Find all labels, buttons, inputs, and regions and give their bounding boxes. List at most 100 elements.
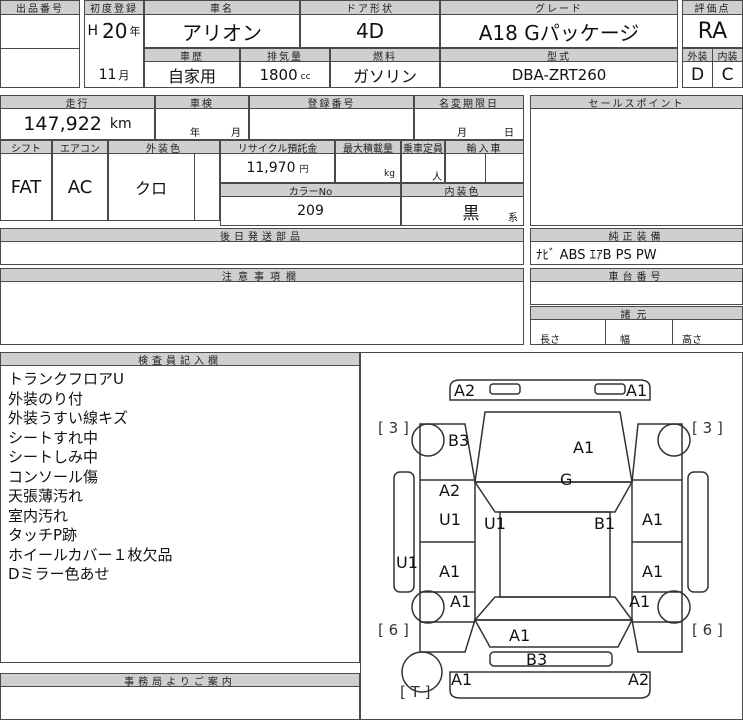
dmg-fender-fl: B3: [448, 431, 470, 450]
history: 自家用: [167, 66, 216, 86]
model-type-header: 型式: [440, 48, 678, 63]
specs-field: [530, 319, 743, 345]
windshield-outline: [473, 481, 634, 513]
chassis-no-header: 車台番号: [530, 268, 743, 283]
width-label: 幅: [620, 335, 630, 346]
capacity-header: 乗車定員: [401, 140, 445, 155]
note-item: 室内汚れ: [8, 506, 69, 525]
inspector-notes-header: 検査員記入欄: [0, 352, 360, 367]
reg-no-field: [249, 108, 414, 140]
headlight-left: [489, 383, 521, 395]
rear-panel-outline: [449, 671, 651, 699]
dmg-door-fl: A2: [439, 481, 461, 500]
displacement: 1800: [259, 65, 298, 84]
era: H: [87, 23, 99, 39]
car-diagram: [393, 379, 709, 699]
displacement-cell: 1800 cc: [240, 61, 330, 88]
note-item: 外装うすい線キズ: [8, 409, 129, 427]
dmg-tire-fr-code: 3: [702, 419, 713, 437]
deadline-month-unit: 月: [457, 128, 467, 139]
note-item: シートすれ中: [8, 428, 99, 447]
reg-no-header: 登録番号: [249, 95, 414, 110]
exterior-grade: D: [690, 64, 705, 85]
ext-color: クロ: [134, 179, 167, 198]
year-unit: 年: [129, 25, 141, 38]
dmg-tire-fl-code: 3: [388, 419, 399, 437]
max-load-header: 最大積載量: [335, 140, 401, 155]
inspector-notes-list: トランクフロアU 外装のり付 外装うすい線キズ シートすれ中 シートしみ中 コンソール傷天…: [8, 370, 173, 585]
rear-window-outline: [473, 596, 634, 621]
interior-header: 内装: [712, 48, 743, 63]
hood-outline: [474, 411, 633, 483]
trunk-outline: [473, 619, 634, 648]
km-unit: km: [109, 116, 132, 132]
exterior-header: 外装: [682, 48, 713, 63]
first-reg-month: 11 月: [84, 62, 144, 88]
rocker-right: [687, 471, 709, 593]
car-name: アリオン: [182, 20, 262, 45]
dmg-rocker-left: U1: [396, 553, 418, 572]
reg-year: 20: [102, 19, 128, 43]
yen-unit: 円: [299, 164, 309, 175]
ext-color-header: 外装色: [108, 140, 220, 155]
right-side-outline: [631, 423, 683, 653]
score: RA: [697, 18, 728, 44]
recycle-cell: 11,970 円: [220, 153, 335, 183]
series-unit: 系: [508, 213, 518, 224]
shift-header: シフト: [0, 140, 52, 155]
history-header: 車歴: [144, 48, 240, 63]
front-bumper-outline: [449, 379, 651, 401]
color-no-header: カラーNo: [220, 183, 401, 198]
lot-no-header: 出品番号: [0, 0, 80, 15]
note-item: Dミラー色あせ: [8, 565, 110, 583]
genuine-equip-header: 純正装備: [530, 228, 743, 243]
office-notice-header: 事務局よりご案内: [0, 673, 360, 688]
dmg-door-rr: A1: [642, 562, 664, 581]
model-type: DBA-ZRT260: [511, 65, 607, 84]
dmg-tire-fr: [ 3 ]: [692, 419, 723, 437]
person-unit: 人: [432, 172, 442, 183]
dmg-tire-rl: [ 6 ]: [378, 621, 409, 639]
sales-point-header: セールスポイント: [530, 95, 743, 110]
height-label: 高さ: [682, 335, 702, 346]
first-reg-header: 初度登録: [84, 0, 144, 15]
note-item: 天張薄汚れ: [8, 487, 84, 505]
dmg-trunk: A1: [509, 626, 531, 645]
score-header: 評価点: [682, 0, 743, 15]
dmg-front-right: A1: [626, 381, 648, 400]
caution-field: [0, 281, 524, 345]
aircon-header: エアコン: [52, 140, 108, 155]
import-header: 輸入車: [445, 140, 524, 155]
dmg-front-left: A2: [454, 381, 476, 400]
note-item: ホイールカバー１枚欠品: [8, 545, 173, 564]
int-color: 黒: [462, 203, 480, 224]
note-item: トランクフロアU: [8, 370, 124, 388]
sales-point-field: [530, 108, 743, 226]
grade: A18 Gパッケージ: [478, 20, 640, 45]
first-reg-year: H 20 年: [84, 14, 144, 48]
mileage: 147,922: [23, 113, 102, 135]
ext-color-divider: [194, 153, 195, 221]
lot-no-divider: [0, 48, 80, 49]
mileage-header: 走行: [0, 95, 155, 110]
color-no: 209: [297, 203, 324, 219]
displacement-header: 排気量: [240, 48, 330, 63]
dmg-rear-right: A2: [628, 670, 650, 689]
fuel: ガソリン: [352, 66, 417, 86]
dmg-tire-rl-code: 6: [388, 621, 399, 639]
dmg-door-fl-lower: U1: [439, 510, 461, 529]
int-color-cell: 黒: [401, 196, 511, 226]
dmg-tire-rr-code: 6: [702, 621, 713, 639]
door-type-header: ドア形状: [300, 0, 440, 15]
note-item: 外装のり付: [8, 389, 84, 408]
inspection-year-unit: 年: [190, 128, 200, 139]
lot-no-field: [0, 14, 80, 88]
aircon: AC: [67, 176, 93, 198]
dmg-tire-rr: [ 6 ]: [692, 621, 723, 639]
dmg-roof-right: B1: [594, 514, 616, 533]
later-parts-field: [0, 241, 524, 265]
month-unit: 月: [118, 69, 130, 82]
left-side-outline: [419, 423, 476, 653]
dmg-roof-left: U1: [484, 514, 506, 533]
inspection-month-unit: 月: [231, 128, 241, 139]
